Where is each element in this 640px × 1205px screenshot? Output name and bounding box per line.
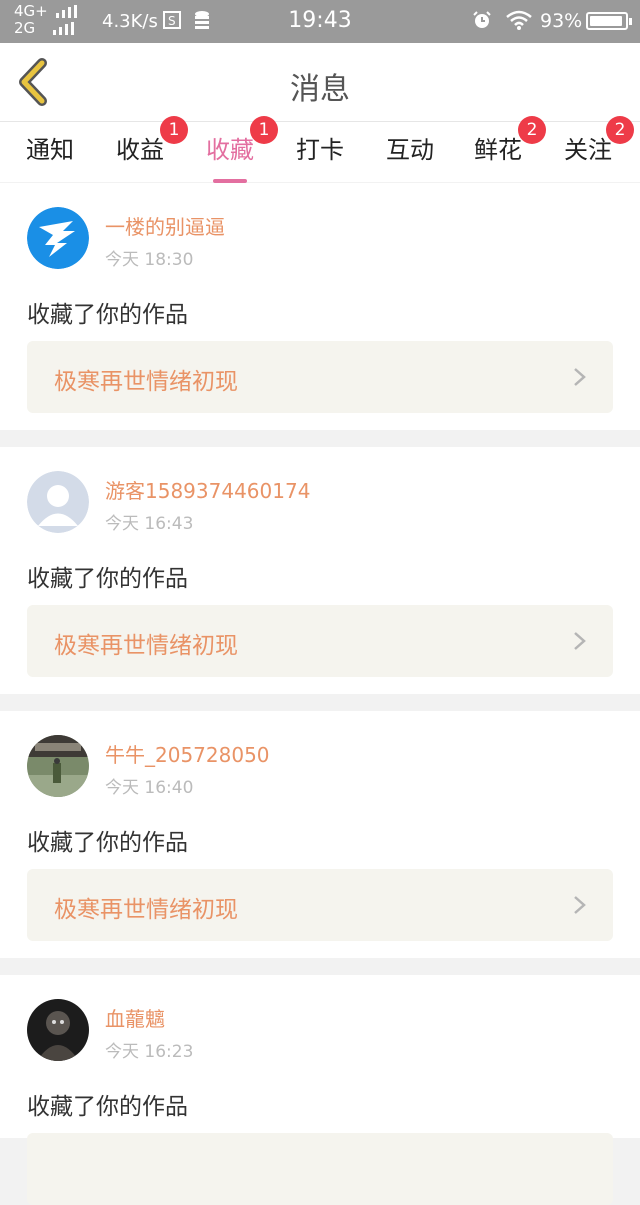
tab-earnings[interactable]: 收益 1 — [116, 116, 188, 178]
username[interactable]: 游客1589374460174 — [105, 475, 310, 504]
nav-header: 消息 — [0, 43, 640, 122]
tab-label: 通知 — [26, 136, 74, 164]
username[interactable]: 牛牛_205728050 — [105, 739, 270, 768]
message-action: 收藏了你的作品 — [27, 302, 188, 328]
chevron-right-icon — [574, 896, 586, 914]
username[interactable]: 一楼的别逼逼 — [105, 211, 225, 240]
alarm-icon — [473, 11, 491, 28]
tab-label: 收益 — [116, 136, 164, 164]
work-title: 极寒再世情绪初现 — [54, 897, 238, 923]
chevron-right-icon — [574, 632, 586, 650]
wifi-icon — [506, 10, 532, 30]
bird-logo-icon — [27, 207, 89, 269]
photo-avatar-icon — [27, 735, 89, 797]
battery-icon — [586, 12, 632, 30]
battery-percent: 93% — [540, 10, 583, 32]
unread-badge: 2 — [606, 116, 634, 144]
tab-label: 打卡 — [296, 136, 344, 164]
message-time: 今天 16:40 — [105, 778, 194, 798]
user-avatar[interactable] — [27, 735, 89, 797]
tab-notifications[interactable]: 通知 — [26, 130, 74, 178]
dark-photo-avatar-icon — [27, 999, 89, 1061]
message-card: 血蘢魑 今天 16:23 收藏了你的作品 — [0, 975, 640, 1205]
message-time: 今天 16:23 — [105, 1042, 194, 1062]
user-avatar[interactable] — [27, 207, 89, 269]
message-card: 一楼的别逼逼 今天 18:30 收藏了你的作品 极寒再世情绪初现 — [0, 183, 640, 430]
message-card: 牛牛_205728050 今天 16:40 收藏了你的作品 极寒再世情绪初现 — [0, 711, 640, 958]
message-action: 收藏了你的作品 — [27, 830, 188, 856]
page-title: 消息 — [290, 72, 350, 107]
work-link[interactable]: 极寒再世情绪初现 — [27, 605, 613, 677]
work-title: 极寒再世情绪初现 — [54, 633, 238, 659]
work-link[interactable]: 极寒再世情绪初现 — [27, 869, 613, 941]
work-link[interactable]: 极寒再世情绪初现 — [27, 341, 613, 413]
user-avatar[interactable] — [27, 471, 89, 533]
unread-badge: 1 — [250, 116, 278, 144]
tab-label: 互动 — [386, 136, 434, 164]
tab-following[interactable]: 关注 2 — [564, 116, 634, 178]
status-bar: 4G+ 2G 4.3K/s S 19:43 93% — [0, 0, 640, 43]
user-avatar[interactable] — [27, 999, 89, 1061]
chevron-right-icon — [574, 368, 586, 386]
message-action: 收藏了你的作品 — [27, 566, 188, 592]
message-card: 游客1589374460174 今天 16:43 收藏了你的作品 极寒再世情绪初… — [0, 447, 640, 694]
work-link[interactable] — [27, 1133, 613, 1205]
unread-badge: 1 — [160, 116, 188, 144]
tab-interaction[interactable]: 互动 — [386, 130, 434, 178]
tab-favorites[interactable]: 收藏 1 — [206, 116, 278, 183]
tab-label: 关注 — [564, 136, 612, 164]
unread-badge: 2 — [518, 116, 546, 144]
tab-checkin[interactable]: 打卡 — [296, 130, 344, 178]
message-action: 收藏了你的作品 — [27, 1094, 188, 1120]
message-time: 今天 16:43 — [105, 514, 194, 534]
tab-bar: 通知 收益 1 收藏 1 打卡 互动 鲜花 2 关注 2 — [0, 116, 640, 183]
message-time: 今天 18:30 — [105, 250, 194, 270]
work-title: 极寒再世情绪初现 — [54, 369, 238, 395]
default-user-icon — [27, 471, 89, 533]
username[interactable]: 血蘢魑 — [105, 1003, 165, 1032]
tab-flowers[interactable]: 鲜花 2 — [474, 116, 546, 178]
tab-label: 鲜花 — [474, 136, 522, 164]
tab-label: 收藏 — [206, 136, 254, 164]
